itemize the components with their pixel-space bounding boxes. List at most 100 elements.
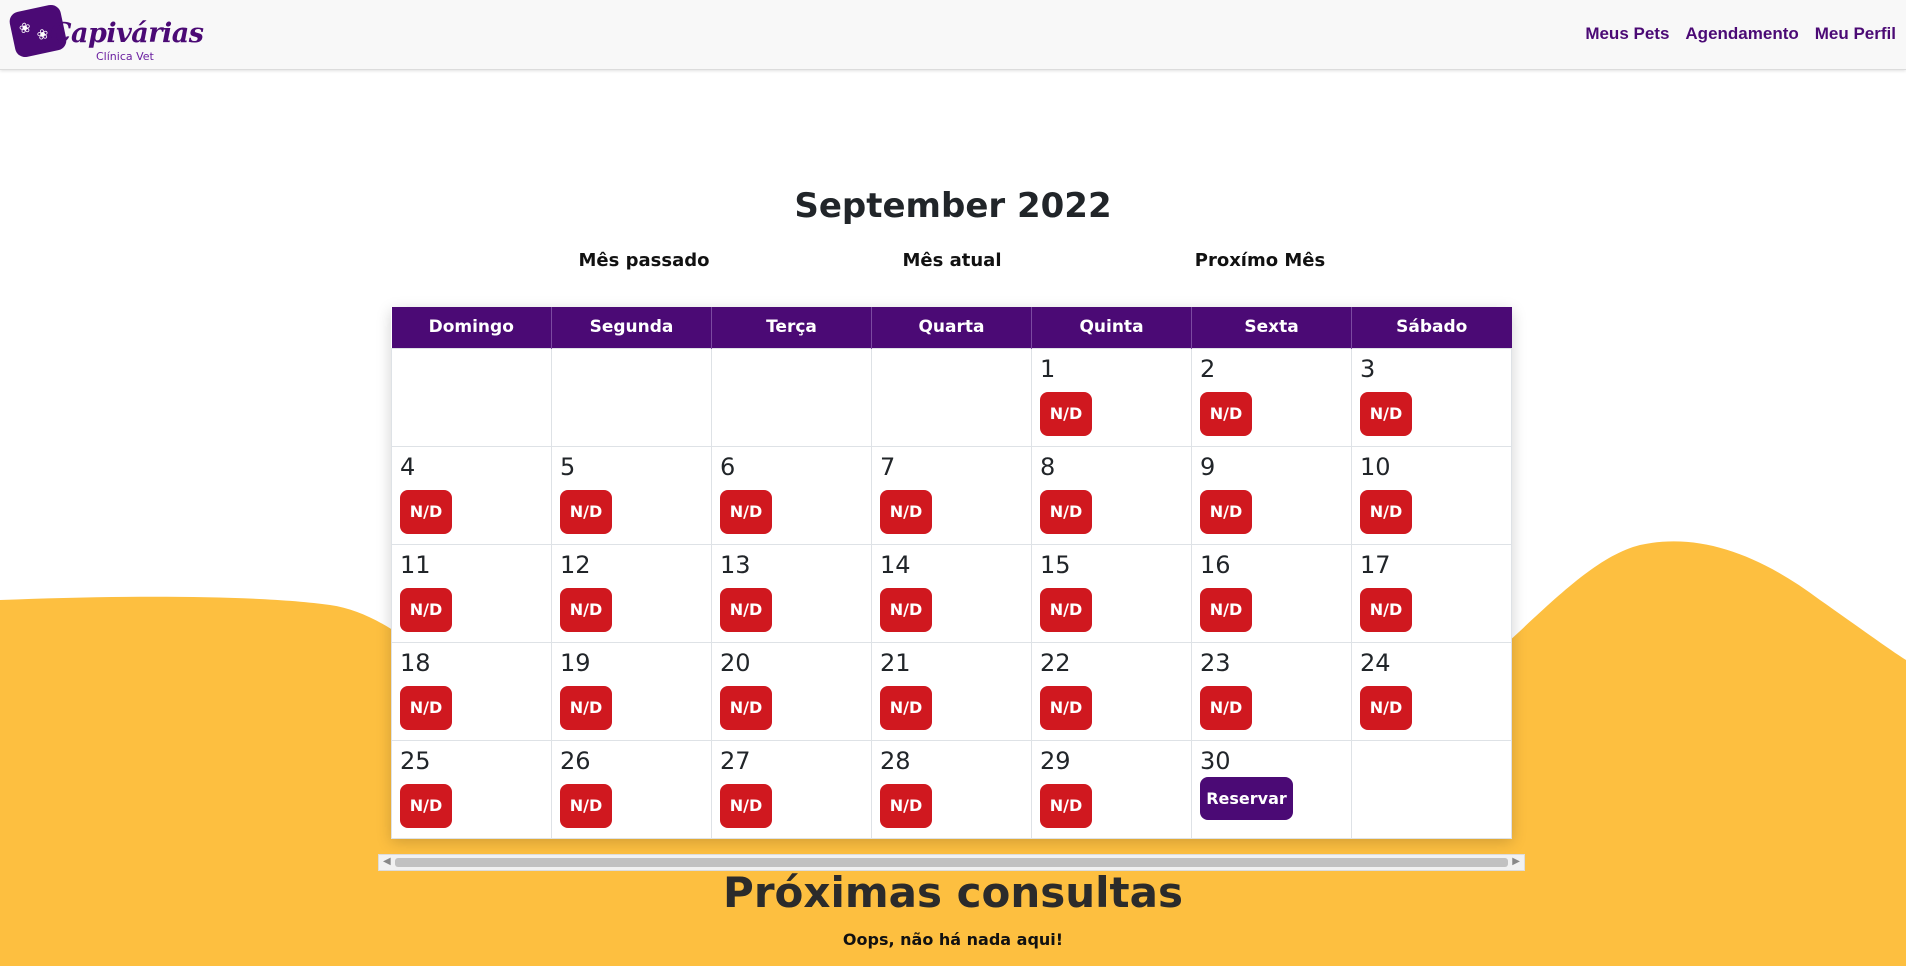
calendar-day-cell: 13 N/D	[711, 543, 872, 643]
day-number: 19	[560, 648, 591, 677]
horizontal-scrollbar[interactable]: ◀ ▶	[378, 854, 1525, 871]
reserve-button[interactable]: Reservar	[1200, 776, 1293, 820]
calendar-day-cell: 21 N/D	[871, 641, 1032, 741]
calendar-week-row: 1 N/D 2 N/D 3 N/D	[391, 347, 1512, 447]
day-number: 4	[400, 452, 416, 481]
unavailable-badge[interactable]: N/D	[1200, 685, 1252, 730]
calendar-day-cell: 2 N/D	[1191, 347, 1352, 447]
calendar-week-row: 25 N/D 26 N/D 27 N/D 28 N/D 29 N/D 30 Reservar	[391, 739, 1512, 839]
day-number: 5	[560, 452, 576, 481]
calendar-day-cell: 12 N/D	[551, 543, 712, 643]
unavailable-badge[interactable]: N/D	[560, 685, 612, 730]
day-number: 10	[1360, 452, 1391, 481]
day-number: 13	[720, 550, 751, 579]
unavailable-badge[interactable]: N/D	[560, 783, 612, 828]
day-number: 22	[1040, 648, 1071, 677]
day-number: 15	[1040, 550, 1071, 579]
nav-link-agendamento[interactable]: Agendamento	[1685, 24, 1798, 44]
calendar-day-cell: 15 N/D	[1031, 543, 1192, 643]
day-number: 24	[1360, 648, 1391, 677]
month-title: September 2022	[794, 186, 1112, 226]
unavailable-badge[interactable]: N/D	[880, 783, 932, 828]
unavailable-badge[interactable]: N/D	[720, 685, 772, 730]
weekday-header-6: Sábado	[1351, 307, 1512, 348]
unavailable-badge[interactable]: N/D	[1200, 391, 1252, 436]
calendar-empty-cell	[391, 347, 552, 447]
calendar-day-cell: 29 N/D	[1031, 739, 1192, 839]
unavailable-badge[interactable]: N/D	[1040, 489, 1092, 534]
calendar-day-cell: 6 N/D	[711, 445, 872, 545]
brand-subtitle: Clínica Vet	[96, 50, 154, 63]
appointments-empty-message: Oops, não há nada aqui!	[842, 930, 1064, 949]
calendar-day-cell: 5 N/D	[551, 445, 712, 545]
day-number: 1	[1040, 354, 1056, 383]
day-number: 21	[880, 648, 911, 677]
weekday-header-row: Domingo Segunda Terça Quarta Quinta Sexta Sába…	[391, 307, 1512, 348]
unavailable-badge[interactable]: N/D	[1360, 391, 1412, 436]
calendar-day-cell: 22 N/D	[1031, 641, 1192, 741]
scroll-left-icon[interactable]: ◀	[383, 856, 391, 867]
day-number: 2	[1200, 354, 1216, 383]
calendar-day-cell: 16 N/D	[1191, 543, 1352, 643]
nav-link-meu-perfil[interactable]: Meu Perfil	[1815, 24, 1896, 44]
unavailable-badge[interactable]: N/D	[880, 587, 932, 632]
day-number: 30	[1200, 746, 1231, 775]
unavailable-badge[interactable]: N/D	[720, 489, 772, 534]
unavailable-badge[interactable]: N/D	[880, 685, 932, 730]
unavailable-badge[interactable]: N/D	[720, 783, 772, 828]
calendar-day-cell: 7 N/D	[871, 445, 1032, 545]
unavailable-badge[interactable]: N/D	[1360, 489, 1412, 534]
calendar-day-cell: 25 N/D	[391, 739, 552, 839]
day-number: 28	[880, 746, 911, 775]
calendar-body: 1 N/D 2 N/D 3 N/D 4 N/D 5 N/D 6 N/D 7 N/D 8 N/D 9 N/D 10 N/…	[391, 347, 1512, 839]
calendar: Domingo Segunda Terça Quarta Quinta Sexta Sába…	[391, 307, 1512, 839]
calendar-empty-cell	[1351, 739, 1512, 839]
unavailable-badge[interactable]: N/D	[1200, 587, 1252, 632]
unavailable-badge[interactable]: N/D	[560, 587, 612, 632]
calendar-table: Domingo Segunda Terça Quarta Quinta Sexta Sába…	[391, 307, 1512, 839]
calendar-week-row: 18 N/D 19 N/D 20 N/D 21 N/D 22 N/D 23 N/D 24 N/D	[391, 641, 1512, 741]
calendar-day-cell: 23 N/D	[1191, 641, 1352, 741]
prev-month-link[interactable]: Mês passado	[564, 250, 724, 271]
unavailable-badge[interactable]: N/D	[400, 783, 452, 828]
scrollbar-thumb[interactable]	[395, 858, 1508, 867]
calendar-day-cell: 11 N/D	[391, 543, 552, 643]
day-number: 9	[1200, 452, 1216, 481]
calendar-day-cell: 3 N/D	[1351, 347, 1512, 447]
unavailable-badge[interactable]: N/D	[1040, 783, 1092, 828]
calendar-day-cell: 14 N/D	[871, 543, 1032, 643]
unavailable-badge[interactable]: N/D	[1040, 587, 1092, 632]
unavailable-badge[interactable]: N/D	[1040, 685, 1092, 730]
day-number: 8	[1040, 452, 1056, 481]
calendar-day-cell: 20 N/D	[711, 641, 872, 741]
unavailable-badge[interactable]: N/D	[1040, 391, 1092, 436]
day-number: 11	[400, 550, 431, 579]
nav-links: Meus Pets Agendamento Meu Perfil	[1585, 24, 1896, 44]
weekday-header-1: Segunda	[551, 307, 712, 348]
unavailable-badge[interactable]: N/D	[400, 685, 452, 730]
day-number: 18	[400, 648, 431, 677]
calendar-day-cell: 30 Reservar	[1191, 739, 1352, 839]
unavailable-badge[interactable]: N/D	[720, 587, 772, 632]
weekday-header-0: Domingo	[391, 307, 552, 348]
unavailable-badge[interactable]: N/D	[880, 489, 932, 534]
calendar-day-cell: 17 N/D	[1351, 543, 1512, 643]
scroll-right-icon[interactable]: ▶	[1512, 856, 1520, 867]
brand-logo[interactable]: ❀ ❀ Capivárias Clínica Vet	[7, 3, 204, 66]
nav-link-meus-pets[interactable]: Meus Pets	[1585, 24, 1669, 44]
day-number: 3	[1360, 354, 1376, 383]
current-month-link[interactable]: Mês atual	[872, 250, 1032, 271]
calendar-day-cell: 9 N/D	[1191, 445, 1352, 545]
unavailable-badge[interactable]: N/D	[400, 489, 452, 534]
day-number: 14	[880, 550, 911, 579]
unavailable-badge[interactable]: N/D	[1200, 489, 1252, 534]
next-month-link[interactable]: Proxímo Mês	[1180, 250, 1340, 271]
unavailable-badge[interactable]: N/D	[1360, 587, 1412, 632]
weekday-header-2: Terça	[711, 307, 872, 348]
day-number: 12	[560, 550, 591, 579]
calendar-week-row: 4 N/D 5 N/D 6 N/D 7 N/D 8 N/D 9 N/D 10 N/D	[391, 445, 1512, 545]
unavailable-badge[interactable]: N/D	[1360, 685, 1412, 730]
weekday-header-3: Quarta	[871, 307, 1032, 348]
unavailable-badge[interactable]: N/D	[400, 587, 452, 632]
unavailable-badge[interactable]: N/D	[560, 489, 612, 534]
